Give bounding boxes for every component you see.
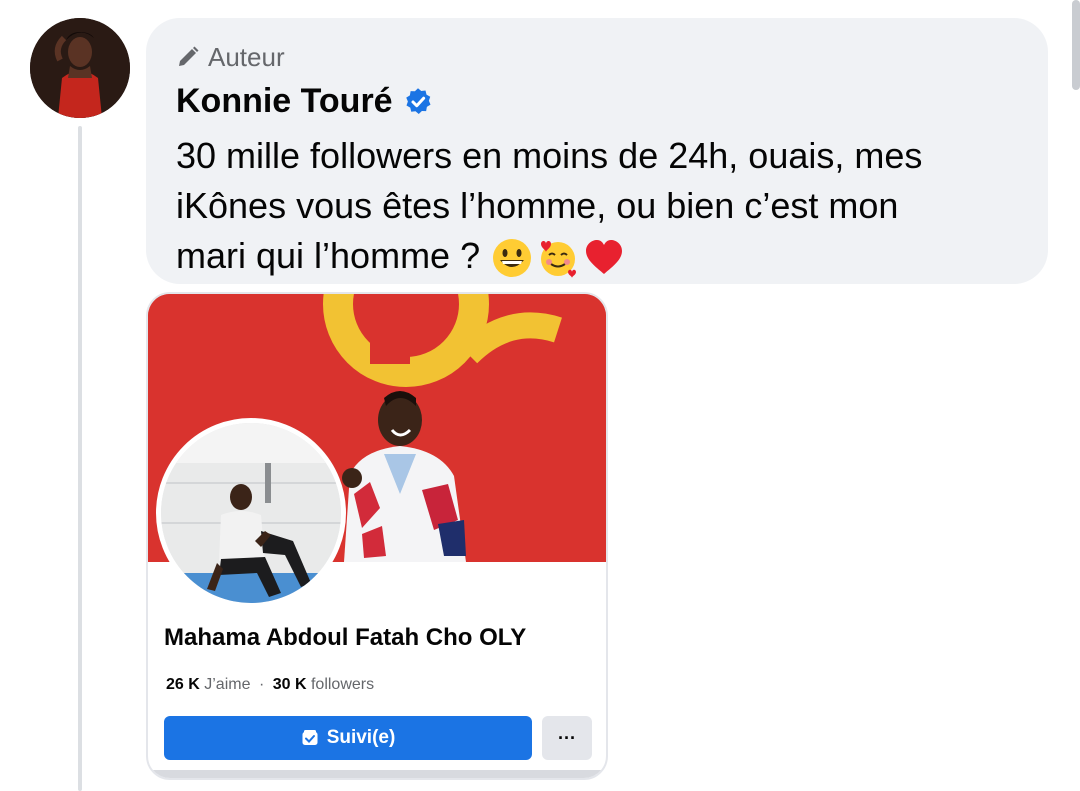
comment-line-3: mari qui l’homme ? — [176, 235, 481, 276]
author-name[interactable]: Konnie Touré — [176, 82, 393, 121]
following-button-label: Suivi(e) — [326, 727, 396, 748]
comment-text: 30 mille followers en moins de 24h, ouai… — [176, 131, 1026, 281]
profile-photo-image — [161, 423, 341, 603]
red-heart-emoji-icon — [586, 240, 623, 275]
likes-label: J’aime — [204, 676, 251, 693]
card-bottom-edge — [148, 770, 606, 778]
followers-count: 30 K — [272, 676, 307, 693]
more-options-icon: ··· — [558, 727, 576, 748]
page-stats: 26 K J’aime · 30 K followers — [166, 676, 374, 694]
commenter-avatar[interactable] — [30, 18, 130, 118]
followers-label: followers — [310, 676, 375, 693]
following-check-icon — [302, 730, 318, 745]
pencil-icon — [179, 46, 199, 66]
page-name[interactable]: Mahama Abdoul Fatah Cho OLY — [164, 624, 526, 652]
comment-bubble: Auteur Konnie Touré 30 mille followers e… — [146, 18, 1048, 284]
avatar-photo — [30, 18, 130, 118]
comment-line-1: 30 mille followers en moins de 24h, ouai… — [176, 135, 923, 176]
comment-line-2: iKônes vous êtes l’homme, ou bien c’est … — [176, 185, 899, 226]
more-options-button[interactable]: ··· — [542, 716, 592, 760]
page-profile-picture[interactable] — [156, 418, 346, 608]
smiling-face-with-hearts-emoji-icon — [541, 241, 577, 279]
likes-count: 26 K — [166, 676, 200, 693]
verified-badge-icon — [405, 87, 431, 114]
grinning-face-emoji-icon — [493, 239, 532, 278]
thread-line — [78, 126, 82, 791]
scrollbar[interactable] — [1072, 0, 1080, 90]
stats-separator: · — [258, 676, 265, 693]
following-button[interactable]: Suivi(e) — [164, 716, 532, 760]
author-tag-label: Auteur — [208, 41, 285, 72]
author-tag: Auteur — [176, 40, 1018, 74]
page-preview-card[interactable]: Mahama Abdoul Fatah Cho OLY 26 K J’aime … — [146, 292, 608, 780]
